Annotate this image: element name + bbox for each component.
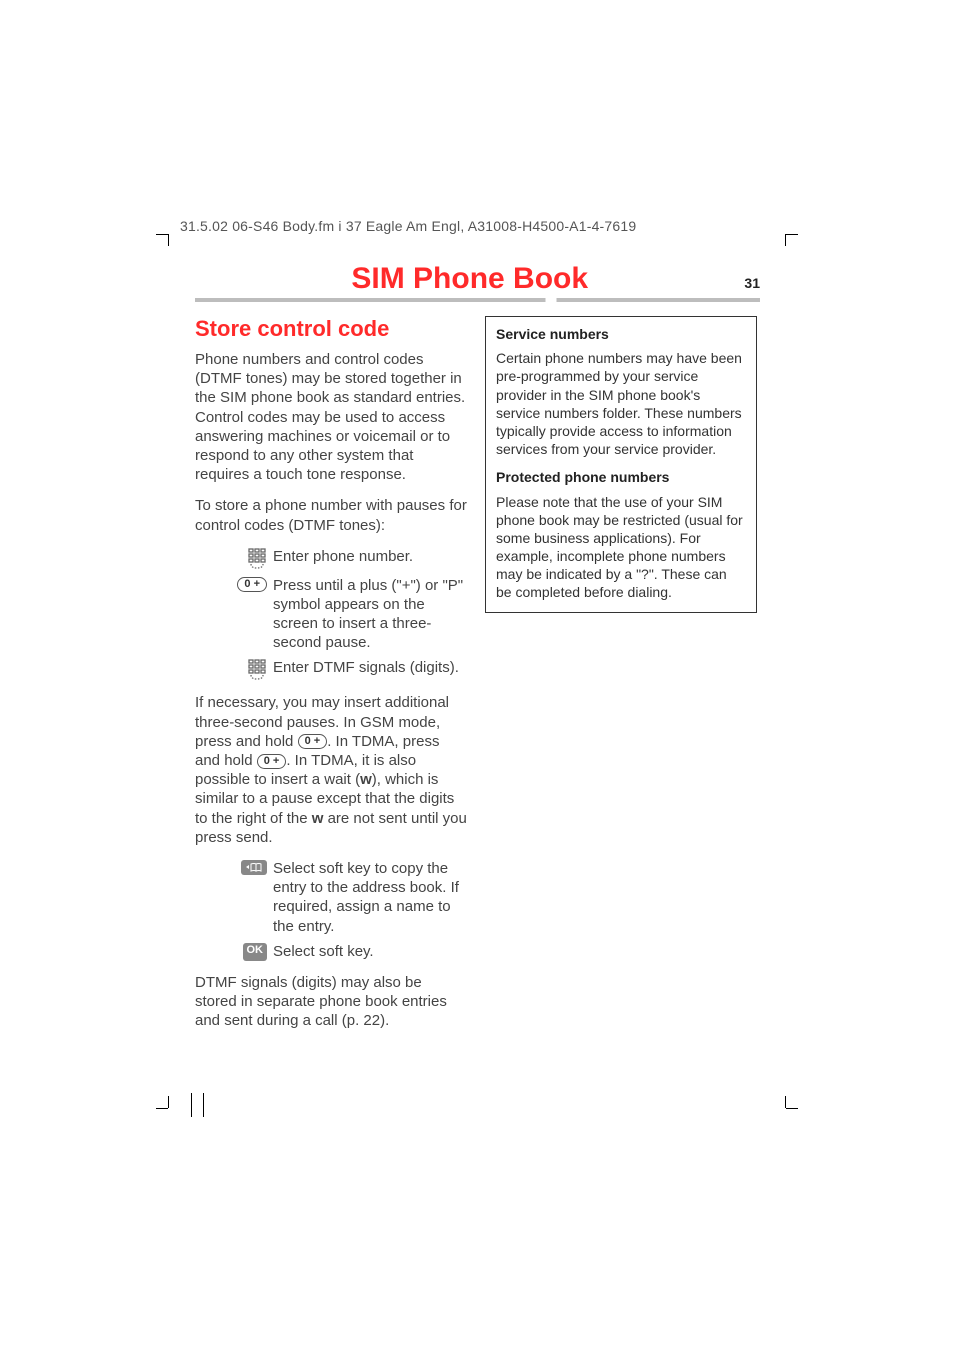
section-heading: Store control code (195, 316, 467, 342)
paragraph: DTMF signals (digits) may also be stored… (195, 973, 467, 1031)
paragraph: If necessary, you may insert additional … (195, 693, 467, 847)
keypad-icon (235, 547, 273, 570)
page-content: SIM Phone Book 31 Store control code Pho… (195, 262, 760, 1042)
zero-plus-key-icon: 0 + (298, 734, 328, 749)
step-text: Select soft key to copy the entry to the… (273, 859, 467, 936)
step-text: Press until a plus ("+") or "P" symbol a… (273, 576, 467, 653)
page-title: SIM Phone Book (195, 262, 744, 296)
box-heading: Service numbers (496, 325, 746, 343)
title-underline (195, 298, 760, 302)
keypad-icon (235, 658, 273, 681)
step-text: Select soft key. (273, 942, 467, 961)
info-box: Service numbers Certain phone numbers ma… (485, 316, 757, 613)
step-text: Enter phone number. (273, 547, 467, 570)
box-paragraph: Please note that the use of your SIM pho… (496, 493, 746, 602)
paragraph: Phone numbers and control codes (DTMF to… (195, 350, 467, 484)
ok-softkey-icon: OK (235, 942, 273, 961)
box-heading: Protected phone numbers (496, 468, 746, 486)
page-number: 31 (744, 275, 760, 291)
box-paragraph: Certain phone numbers may have been pre-… (496, 349, 746, 458)
paragraph: To store a phone number with pauses for … (195, 496, 467, 534)
step-text: Enter DTMF signals (digits). (273, 658, 467, 681)
zero-plus-key-icon: 0 + (257, 754, 287, 769)
document-header: 31.5.02 06-S46 Body.fm i 37 Eagle Am Eng… (180, 218, 636, 234)
addressbook-softkey-icon (235, 859, 273, 936)
zero-plus-key-icon: 0 + (235, 576, 273, 653)
